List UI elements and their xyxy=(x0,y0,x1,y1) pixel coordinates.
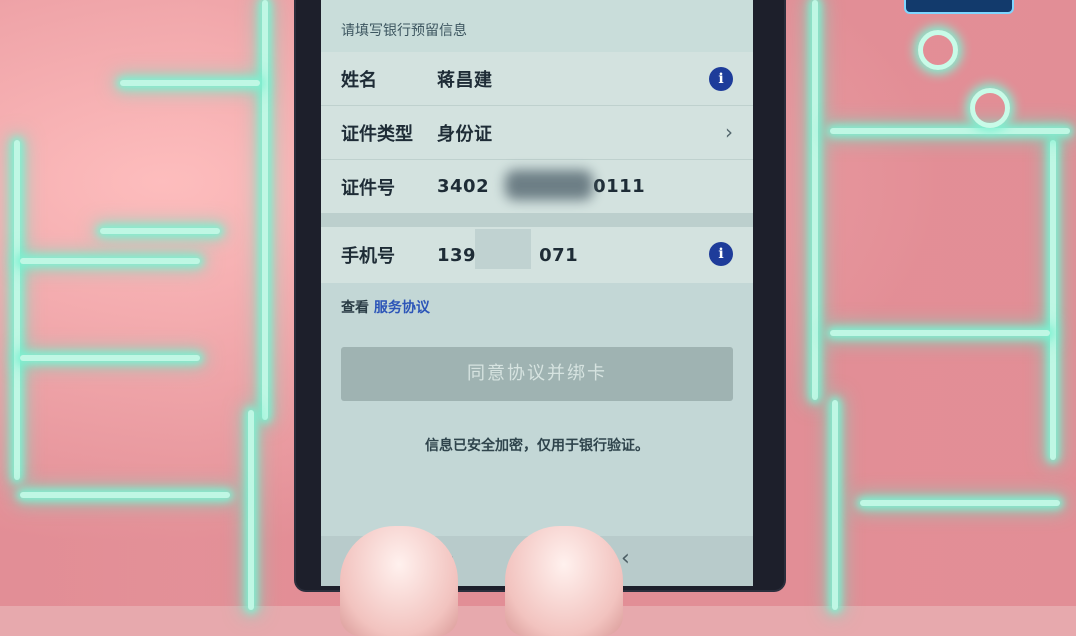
agree-and-bind-button[interactable]: 同意协议并绑卡 xyxy=(341,347,733,401)
id-number-prefix: 3402 xyxy=(437,176,490,197)
phone-suffix: 071 xyxy=(539,244,579,266)
neon-line xyxy=(20,355,200,361)
id-type-value: 身份证 xyxy=(437,123,493,145)
redaction-box xyxy=(475,228,531,269)
name-row[interactable]: 姓名 蒋昌建 i xyxy=(321,52,753,106)
neon-line xyxy=(812,0,818,400)
phone-label: 手机号 xyxy=(341,246,395,267)
phone-row[interactable]: 手机号 1391 071 i xyxy=(321,227,753,283)
phone-screen: 请填写银行预留信息 姓名 蒋昌建 i 证件类型 身份证 › 证件号 3402 01… xyxy=(321,0,753,586)
neon-line xyxy=(20,258,200,264)
security-tip: 信息已安全加密，仅用于银行验证。 xyxy=(425,438,649,454)
neon-line xyxy=(860,500,1060,506)
neon-line xyxy=(1050,140,1056,460)
neon-line xyxy=(20,492,230,498)
neon-line xyxy=(830,330,1050,336)
neon-line xyxy=(832,400,838,610)
chevron-right-icon: › xyxy=(725,120,733,144)
agreement-prefix: 查看 xyxy=(341,300,369,316)
agreement-line: 查看 服务协议 xyxy=(321,283,753,317)
neon-line xyxy=(830,128,1070,134)
service-agreement-link[interactable]: 服务协议 xyxy=(374,300,430,316)
neon-node xyxy=(918,30,958,70)
neon-line xyxy=(100,228,220,234)
info-icon[interactable]: i xyxy=(709,67,733,91)
neon-line xyxy=(120,80,260,86)
id-number-value: 3402 0111 xyxy=(437,170,646,200)
phone-form: 手机号 1391 071 i xyxy=(321,227,753,283)
phone-value: 1391 071 xyxy=(437,228,579,269)
hooded-hand-left xyxy=(340,526,458,636)
id-number-row[interactable]: 证件号 3402 0111 xyxy=(321,160,753,213)
info-icon[interactable]: i xyxy=(709,242,733,266)
bank-info-form: 姓名 蒋昌建 i 证件类型 身份证 › 证件号 3402 0111 xyxy=(321,52,753,213)
channel-logo xyxy=(904,0,1014,14)
neon-node xyxy=(970,88,1010,128)
neon-line xyxy=(248,410,254,610)
divider xyxy=(321,213,753,227)
hooded-hand-right xyxy=(505,526,623,636)
section-header: 请填写银行预留信息 xyxy=(321,0,753,52)
name-value: 蒋昌建 xyxy=(437,69,493,91)
neon-line xyxy=(262,0,268,420)
neon-line xyxy=(14,140,20,480)
id-number-label: 证件号 xyxy=(341,177,395,199)
name-label: 姓名 xyxy=(341,69,377,91)
id-type-label: 证件类型 xyxy=(341,123,413,145)
id-type-row[interactable]: 证件类型 身份证 › xyxy=(321,106,753,160)
id-number-suffix: 0111 xyxy=(593,176,646,197)
back-icon[interactable]: ‹ xyxy=(621,546,630,571)
redaction-blur xyxy=(505,170,593,200)
